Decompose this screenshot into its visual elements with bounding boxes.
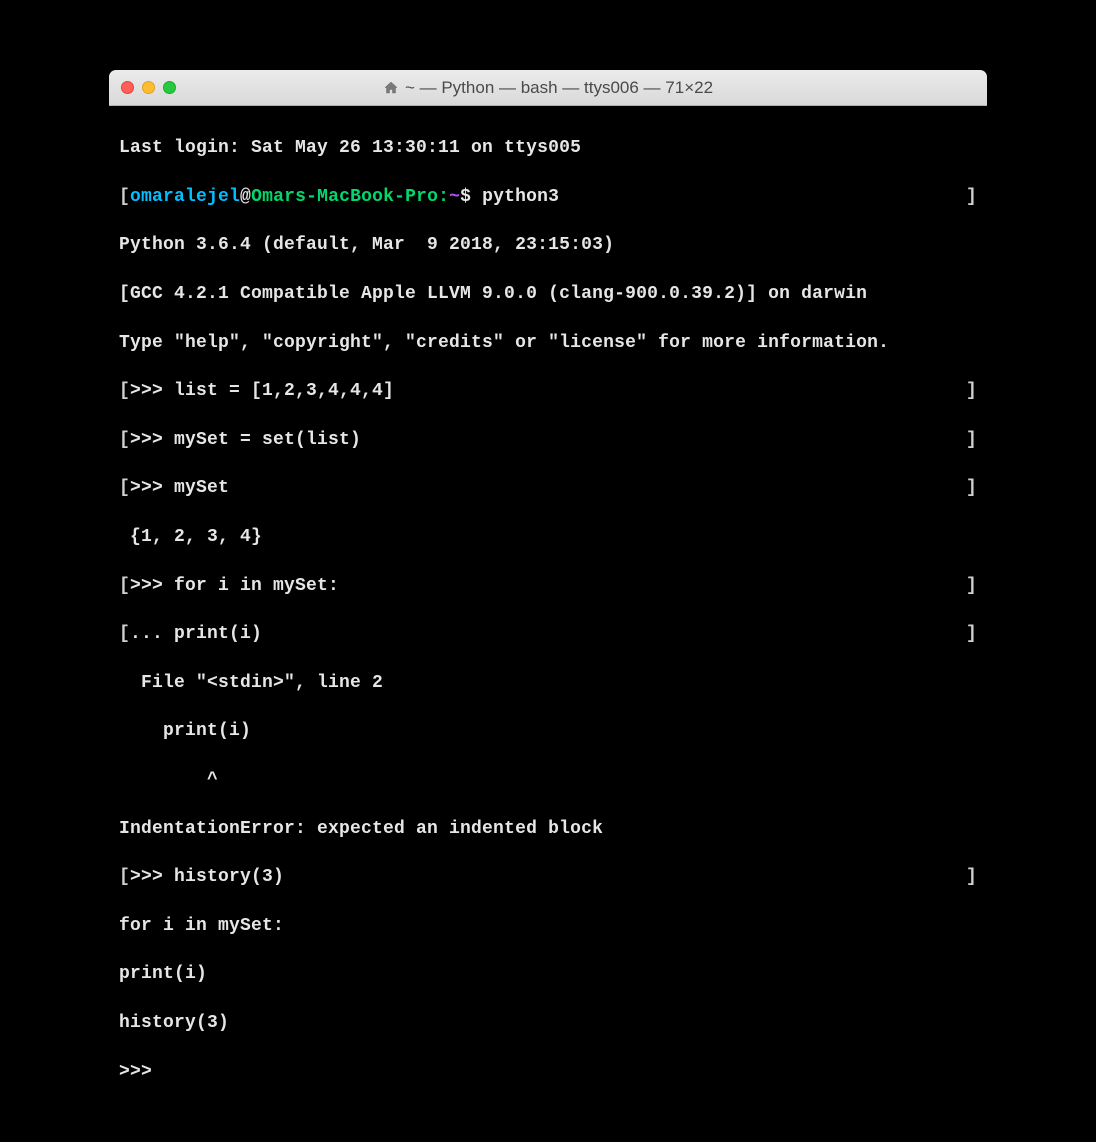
repl-line-5: [>>> for i in mySet:] — [119, 574, 977, 598]
indentation-error: IndentationError: expected an indented b… — [119, 817, 977, 841]
repl-line-2: [>>> mySet = set(list)] — [119, 428, 977, 452]
repl-prompt-empty: >>> — [119, 1060, 977, 1084]
repl-line-3: [>>> mySet] — [119, 476, 977, 500]
home-icon — [383, 80, 399, 96]
repl-line-6: [... print(i)] — [119, 622, 977, 646]
prompt-dollar: $ — [460, 187, 482, 207]
repl-line-1: [>>> list = [1,2,3,4,4,4]] — [119, 379, 977, 403]
prompt-at: @ — [240, 187, 251, 207]
repl-text-11: >>> history(3) — [130, 867, 284, 887]
bracket-open: [ — [119, 187, 130, 207]
traceback-code: print(i) — [119, 719, 977, 743]
terminal-window: ~ — Python — bash — ttys006 — 71×22 Last… — [109, 70, 987, 1142]
traffic-lights — [121, 81, 176, 94]
python-header-1: Python 3.6.4 (default, Mar 9 2018, 23:15… — [119, 233, 977, 257]
maximize-button[interactable] — [163, 81, 176, 94]
bracket-close: ] — [966, 185, 977, 209]
repl-text-1: >>> list = [1,2,3,4,4,4] — [130, 381, 394, 401]
python-header-3: Type "help", "copyright", "credits" or "… — [119, 331, 977, 355]
history-out-3: history(3) — [119, 1011, 977, 1035]
prompt-user: omaralejel — [130, 187, 240, 207]
history-out-2: print(i) — [119, 962, 977, 986]
prompt-colon: : — [438, 187, 449, 207]
repl-line-11: [>>> history(3)] — [119, 865, 977, 889]
repl-output-set: {1, 2, 3, 4} — [119, 525, 977, 549]
repl-text-2: >>> mySet = set(list) — [130, 430, 361, 450]
terminal-body[interactable]: Last login: Sat May 26 13:30:11 on ttys0… — [109, 106, 987, 1142]
prompt-host: Omars-MacBook-Pro — [251, 187, 438, 207]
traceback-file: File "<stdin>", line 2 — [119, 671, 977, 695]
repl-text-3: >>> mySet — [130, 478, 229, 498]
minimize-button[interactable] — [142, 81, 155, 94]
prompt-path: ~ — [449, 187, 460, 207]
repl-text-6: ... print(i) — [130, 624, 262, 644]
repl-text-5: >>> for i in mySet: — [130, 576, 339, 596]
history-out-1: for i in mySet: — [119, 914, 977, 938]
title-bar[interactable]: ~ — Python — bash — ttys006 — 71×22 — [109, 70, 987, 106]
window-title: ~ — Python — bash — ttys006 — 71×22 — [109, 78, 987, 98]
traceback-caret: ^ — [119, 768, 977, 792]
python-header-2: [GCC 4.2.1 Compatible Apple LLVM 9.0.0 (… — [119, 282, 977, 306]
shell-prompt-line: [omaralejel@Omars-MacBook-Pro:~$ python3… — [119, 185, 977, 209]
last-login-line: Last login: Sat May 26 13:30:11 on ttys0… — [119, 136, 977, 160]
close-button[interactable] — [121, 81, 134, 94]
window-title-text: ~ — Python — bash — ttys006 — 71×22 — [405, 78, 713, 98]
prompt-command: python3 — [482, 187, 559, 207]
